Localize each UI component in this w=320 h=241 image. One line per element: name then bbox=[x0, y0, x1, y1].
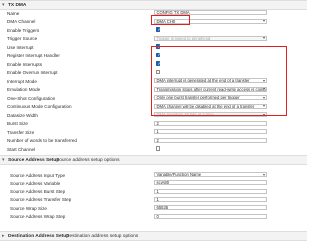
setting-label: Emulation Mode bbox=[7, 87, 41, 93]
dropdown-select[interactable]: Variable/Function Name bbox=[154, 172, 267, 178]
text-field[interactable]: 1 bbox=[154, 196, 267, 203]
chevron-down-icon[interactable]: ▾ bbox=[2, 2, 5, 8]
setting-label: Enable Interrupts bbox=[7, 61, 42, 67]
section-subtitle: Destination address setup options bbox=[66, 233, 139, 239]
setting-row: Enable Triggers bbox=[0, 27, 307, 34]
setting-label: Source Address Burst Step bbox=[10, 189, 66, 195]
setting-label: Source Wrap Size bbox=[10, 205, 47, 211]
section-title: Destination Address Setup bbox=[8, 233, 70, 239]
text-field[interactable]: 0 bbox=[154, 213, 267, 219]
setting-label: Enable Triggers bbox=[7, 27, 40, 33]
section-header-tx-dma[interactable]: ▾ TX DMA bbox=[0, 0, 307, 10]
text-field[interactable]: sciA80 bbox=[154, 180, 267, 186]
chevron-right-icon[interactable]: ▸ bbox=[2, 233, 5, 239]
setting-label: Source Address Input Type bbox=[10, 172, 66, 178]
setting-row: Source Address Input Type Variable/Functi… bbox=[0, 172, 307, 178]
setting-row: Source Address Variable sciA80 bbox=[0, 180, 307, 186]
setting-label: Source Address Wrap Step bbox=[10, 214, 66, 220]
setting-row: Number of words to be transferred 2 bbox=[0, 137, 307, 144]
setting-label: Continuous Mode Configuration bbox=[7, 104, 72, 110]
setting-label: Source Address Variable bbox=[10, 180, 61, 186]
dropdown-select: Trigger is linked to peripheral bbox=[154, 35, 267, 41]
setting-row: Source Address Transfer Step 1 bbox=[0, 196, 307, 203]
setting-label: Source Address Transfer Step bbox=[10, 197, 72, 203]
setting-row: Trigger Source Trigger is linked to perip… bbox=[0, 35, 307, 42]
chevron-down-icon[interactable]: ▾ bbox=[2, 157, 5, 163]
highlight-dma-channel bbox=[151, 15, 190, 25]
setting-label: Transfer Size bbox=[7, 129, 35, 135]
highlight-interrupt-settings bbox=[151, 46, 287, 116]
setting-row: Transfer Size 1 bbox=[0, 129, 307, 135]
section-title: Source Address Setup bbox=[8, 157, 60, 163]
text-field[interactable]: 2 bbox=[154, 137, 267, 143]
setting-label: Use Interrupt bbox=[7, 44, 34, 50]
setting-label: Register Interrupt Handler bbox=[7, 53, 60, 59]
setting-label: Name bbox=[7, 10, 20, 16]
setting-label: Burst Size bbox=[7, 121, 28, 127]
setting-row: Burst Size 2 bbox=[0, 120, 307, 127]
section-title: TX DMA bbox=[8, 2, 27, 8]
checkbox-unchecked[interactable] bbox=[156, 146, 161, 151]
text-field[interactable]: 2 bbox=[154, 120, 267, 126]
setting-label: One-Shot Configuration bbox=[7, 95, 56, 101]
setting-row: Start Channel bbox=[0, 146, 307, 152]
setting-row: Source Wrap Size 65535 bbox=[0, 205, 307, 211]
setting-label: Start Channel bbox=[7, 146, 36, 152]
text-field[interactable]: 1 bbox=[154, 129, 267, 135]
setting-label: Interrupt Mode bbox=[7, 78, 37, 84]
setting-row: Source Address Burst Step 1 bbox=[0, 188, 307, 195]
setting-label: DMA Channel bbox=[7, 19, 36, 25]
setting-row: Source Address Wrap Step 0 bbox=[0, 213, 307, 220]
setting-label: Number of words to be transferred bbox=[7, 138, 77, 144]
setting-label: Datasize Width bbox=[7, 112, 38, 118]
text-field[interactable]: 1 bbox=[154, 188, 267, 194]
section-header-source-address[interactable]: ▾ Source Address Setup Source address se… bbox=[0, 155, 307, 165]
text-field[interactable]: 65535 bbox=[154, 205, 267, 211]
checkbox-checked[interactable] bbox=[156, 27, 161, 33]
section-subtitle: Source address setup options bbox=[56, 157, 120, 163]
tx-dma-panel: ▾ TX DMA Name CONFIG TX DMA DMA Channel DMA… bbox=[0, 0, 307, 241]
setting-label: Enable Overrun Interrupt bbox=[7, 70, 58, 76]
setting-label: Trigger Source bbox=[7, 36, 38, 42]
